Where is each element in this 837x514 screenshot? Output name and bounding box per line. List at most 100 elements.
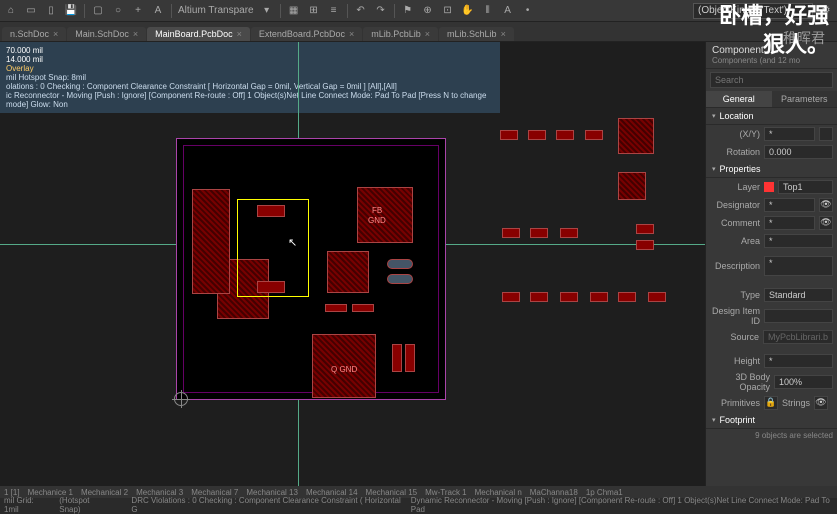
float-comp[interactable] — [648, 292, 666, 302]
component-cap-2[interactable] — [387, 274, 413, 284]
section-location[interactable]: Location — [706, 108, 837, 125]
pcb-board[interactable]: FB GND Q GND — [176, 138, 446, 400]
float-comp[interactable] — [585, 130, 603, 140]
description-value[interactable]: * — [764, 256, 833, 276]
text-icon[interactable]: A — [151, 4, 165, 18]
component-r-3[interactable] — [392, 344, 402, 372]
component-hatched-2[interactable] — [192, 189, 230, 294]
comment-label: Comment — [710, 218, 760, 228]
separator — [347, 4, 348, 18]
vis-button[interactable]: 👁 — [814, 396, 828, 410]
tab-mainboard[interactable]: MainBoard.PcbDoc× — [147, 27, 250, 41]
flag-icon[interactable]: ⚑ — [401, 4, 415, 18]
float-comp[interactable] — [530, 228, 548, 238]
type-value[interactable]: Standard — [764, 288, 833, 302]
source-value[interactable]: MyPcbLibrari.b — [763, 330, 833, 344]
float-comp[interactable] — [530, 292, 548, 302]
vis-button[interactable]: 👁 — [819, 216, 833, 230]
plus-icon[interactable]: + — [131, 4, 145, 18]
area-value[interactable]: * — [764, 234, 833, 248]
section-properties[interactable]: Properties — [706, 161, 837, 178]
text2-icon[interactable]: A — [501, 4, 515, 18]
save-icon[interactable]: 💾 — [64, 4, 78, 18]
doc-icon[interactable]: ▭ — [24, 4, 38, 18]
float-comp[interactable] — [636, 224, 654, 234]
tab-parameters[interactable]: Parameters — [772, 91, 837, 107]
fit-icon[interactable]: ⊡ — [441, 4, 455, 18]
height-value[interactable]: * — [764, 354, 833, 368]
float-comp[interactable] — [636, 240, 654, 250]
close-icon[interactable]: × — [53, 29, 58, 39]
xy-extra-button[interactable] — [819, 127, 833, 141]
vis-button[interactable]: 👁 — [819, 198, 833, 212]
component-ic-2[interactable]: FB GND — [357, 187, 413, 243]
component-r-2[interactable] — [352, 304, 374, 312]
tab-schlib[interactable]: mLib.SchLib× — [439, 27, 514, 41]
design-item-value[interactable] — [764, 309, 833, 323]
source-label: Source — [710, 332, 759, 342]
component-pad-2[interactable] — [257, 281, 285, 293]
close-icon[interactable]: × — [133, 29, 138, 39]
component-r-4[interactable] — [405, 344, 415, 372]
float-comp[interactable] — [528, 130, 546, 140]
circle-icon[interactable]: ○ — [111, 4, 125, 18]
lock-icon[interactable]: 🔒 — [764, 396, 778, 410]
close-icon[interactable]: × — [501, 29, 506, 39]
pan-icon[interactable]: ✋ — [461, 4, 475, 18]
coord-x: 70.000 mil — [6, 46, 494, 55]
float-comp[interactable] — [560, 228, 578, 238]
row-xy: (X/Y) * — [706, 125, 837, 143]
tab-general[interactable]: General — [706, 91, 772, 107]
component-pad-1[interactable] — [257, 205, 285, 217]
float-comp-big[interactable] — [618, 118, 654, 154]
close-icon[interactable]: × — [237, 29, 242, 39]
close-icon[interactable]: × — [425, 29, 430, 39]
separator — [84, 4, 85, 18]
component-r-1[interactable] — [325, 304, 347, 312]
properties-panel: Component Components (and 12 mo General … — [705, 42, 837, 486]
folder-icon[interactable]: ▯ — [44, 4, 58, 18]
layer-value[interactable]: Top1 — [778, 180, 833, 194]
float-comp[interactable] — [560, 292, 578, 302]
component-ic-3[interactable]: Q GND — [312, 334, 376, 398]
float-comp[interactable] — [500, 130, 518, 140]
zoom-icon[interactable]: ⊕ — [421, 4, 435, 18]
comment-value[interactable]: * — [764, 216, 815, 230]
designator-value[interactable]: * — [764, 198, 815, 212]
grid-icon[interactable]: ▦ — [287, 4, 301, 18]
label-fb: FB — [372, 206, 382, 215]
violations-text: olations : 0 Checking : Component Cleara… — [6, 82, 494, 91]
float-comp-big[interactable] — [618, 172, 646, 200]
opacity-value[interactable]: 100% — [774, 375, 833, 389]
redo-icon[interactable]: ↷ — [374, 4, 388, 18]
pcb-canvas[interactable]: 70.000 mil 14.000 mil Overlay mil Hotspo… — [0, 42, 705, 486]
float-comp[interactable] — [556, 130, 574, 140]
xy-value[interactable]: * — [764, 127, 815, 141]
float-comp[interactable] — [590, 292, 608, 302]
rect-icon[interactable]: ▢ — [91, 4, 105, 18]
search-input[interactable] — [710, 72, 833, 88]
chevron-down-icon[interactable]: ▾ — [260, 4, 274, 18]
float-comp[interactable] — [502, 228, 520, 238]
rotation-value[interactable]: 0.000 — [764, 145, 833, 159]
tab-pcblib[interactable]: mLib.PcbLib× — [363, 27, 438, 41]
tab-schdoc[interactable]: n.SchDoc× — [2, 27, 66, 41]
section-footprint[interactable]: Footprint — [706, 412, 837, 429]
float-comp[interactable] — [502, 292, 520, 302]
component-cap-1[interactable] — [387, 259, 413, 269]
home-icon[interactable]: ⌂ — [4, 4, 18, 18]
dot-icon[interactable]: • — [521, 4, 535, 18]
panel-tabs: General Parameters — [706, 91, 837, 108]
layer-icon[interactable]: ≡ — [327, 4, 341, 18]
float-comp[interactable] — [618, 292, 636, 302]
undo-icon[interactable]: ↶ — [354, 4, 368, 18]
app-title: Altium Transpare — [178, 5, 254, 16]
ruler-icon[interactable]: ⊞ — [307, 4, 321, 18]
strings-label: Strings — [782, 398, 810, 408]
close-icon[interactable]: × — [349, 29, 354, 39]
layer-swatch — [764, 182, 774, 192]
align-icon[interactable]: ⫴ — [481, 4, 495, 18]
tab-extendboard[interactable]: ExtendBoard.PcbDoc× — [251, 27, 362, 41]
tab-main-schdoc[interactable]: Main.SchDoc× — [67, 27, 146, 41]
component-ic-1[interactable] — [327, 251, 369, 293]
